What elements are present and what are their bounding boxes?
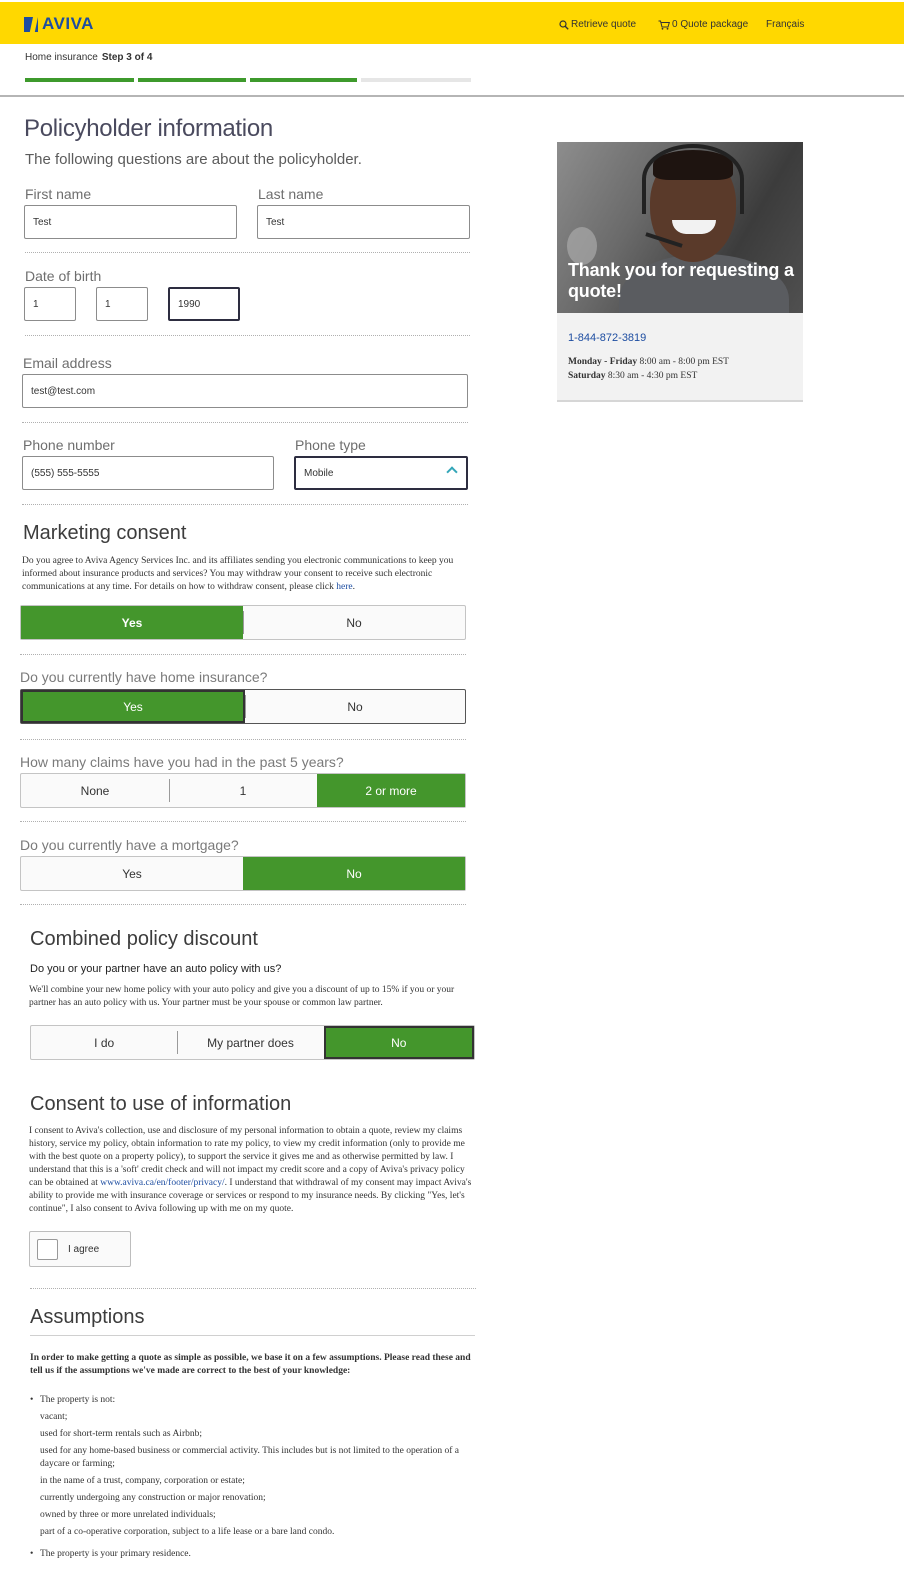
contact-card: Thank you for requesting a quote! 1-844-… xyxy=(557,142,803,402)
breadcrumb: Home insurance Step 3 of 4 xyxy=(25,52,152,63)
my-partner-does-button[interactable]: My partner does xyxy=(177,1026,323,1059)
top-header: AVIVA Retrieve quote 0 Quote package Fra… xyxy=(0,2,904,44)
retrieve-quote-link[interactable]: Retrieve quote xyxy=(559,19,636,30)
assumption-item: part of a co-operative corporation, subj… xyxy=(40,1527,335,1537)
assumption-primary-residence: The property is your primary residence. xyxy=(30,1549,475,1559)
combined-discount-heading: Combined policy discount xyxy=(30,928,258,950)
assumption-item: vacant; xyxy=(40,1412,68,1422)
first-name-label: First name xyxy=(25,186,92,202)
first-name-field[interactable]: Test xyxy=(24,205,237,239)
withdraw-consent-link[interactable]: here xyxy=(336,582,352,592)
progress-step-2 xyxy=(138,78,246,82)
phone-type-label: Phone type xyxy=(295,437,366,453)
page-title: Policyholder information xyxy=(24,115,273,142)
assumptions-underline xyxy=(30,1335,475,1336)
claims-none-button[interactable]: None xyxy=(21,774,169,807)
combined-no-button[interactable]: No xyxy=(323,1026,474,1059)
assumption-item: used for short-term rentals such as Airb… xyxy=(40,1429,202,1439)
i-agree-label: I agree xyxy=(68,1243,100,1255)
assumptions-list: The property is not: vacant; used for sh… xyxy=(30,1395,475,1565)
dob-year-field[interactable]: 1990 xyxy=(168,287,240,321)
cart-icon xyxy=(658,20,670,30)
quote-package-label: 0 Quote package xyxy=(672,19,749,30)
home-insurance-question: Do you currently have home insurance? xyxy=(20,669,268,685)
dob-day-field[interactable]: 1 xyxy=(24,287,76,321)
combined-discount-question: Do you or your partner have an auto poli… xyxy=(30,963,282,975)
claims-toggle: None 1 2 or more xyxy=(20,773,466,808)
page-subtitle: The following questions are about the po… xyxy=(25,151,362,168)
divider xyxy=(20,821,466,822)
marketing-no-button[interactable]: No xyxy=(243,606,465,639)
combined-discount-toggle: I do My partner does No xyxy=(30,1025,475,1060)
mortgage-toggle: Yes No xyxy=(20,856,466,891)
marketing-toggle: Yes No xyxy=(20,605,466,640)
dob-month-field[interactable]: 1 xyxy=(96,287,148,321)
header-divider xyxy=(0,95,904,97)
email-field[interactable]: test@test.com xyxy=(22,374,468,408)
product-label: Home insurance xyxy=(25,52,98,63)
quote-package-link[interactable]: 0 Quote package xyxy=(658,19,748,30)
agent-photo: Thank you for requesting a quote! xyxy=(557,142,803,313)
assumptions-intro: In order to make getting a quote as simp… xyxy=(30,1353,471,1376)
phone-field[interactable]: (555) 555-5555 xyxy=(22,456,274,490)
phone-label: Phone number xyxy=(23,437,115,453)
divider xyxy=(25,335,470,336)
i-do-button[interactable]: I do xyxy=(31,1026,177,1059)
progress-step-3 xyxy=(250,78,357,82)
marketing-yes-button[interactable]: Yes xyxy=(21,606,243,639)
mortgage-yes-button[interactable]: Yes xyxy=(21,857,243,890)
divider xyxy=(20,654,466,655)
aviva-logo[interactable]: AVIVA xyxy=(24,14,94,34)
assumption-item: used for any home-based business or comm… xyxy=(40,1446,459,1469)
consent-heading: Consent to use of information xyxy=(30,1093,292,1115)
assumption-item: currently undergoing any construction or… xyxy=(40,1493,266,1503)
claims-question: How many claims have you had in the past… xyxy=(20,754,344,770)
i-agree-checkbox[interactable]: I agree xyxy=(29,1231,131,1267)
privacy-policy-link[interactable]: www.aviva.ca/en/footer/privacy/ xyxy=(100,1178,224,1188)
step-indicator: Step 3 of 4 xyxy=(101,52,153,63)
divider xyxy=(30,1288,476,1289)
progress-step-1 xyxy=(25,78,134,82)
aviva-logo-mark-icon xyxy=(24,16,38,32)
retrieve-quote-label: Retrieve quote xyxy=(571,19,637,30)
saturday-hours: Saturday 8:30 am - 4:30 pm EST xyxy=(568,371,698,381)
home-insurance-toggle: Yes No xyxy=(20,689,466,724)
claims-one-button[interactable]: 1 xyxy=(169,774,317,807)
mortgage-question: Do you currently have a mortgage? xyxy=(20,837,239,853)
phone-type-select[interactable]: Mobile xyxy=(294,456,468,490)
thank-you-caption: Thank you for requesting a quote! xyxy=(568,260,794,301)
last-name-label: Last name xyxy=(258,186,324,202)
email-label: Email address xyxy=(23,355,112,371)
brand-name: AVIVA xyxy=(42,14,94,33)
consent-text: I consent to Aviva's collection, use and… xyxy=(29,1126,472,1214)
contact-phone-link[interactable]: 1-844-872-3819 xyxy=(568,332,646,344)
divider xyxy=(22,422,468,423)
chevron-up-icon xyxy=(446,466,458,478)
combined-discount-text: We'll combine your new home policy with … xyxy=(29,985,455,1008)
marketing-heading: Marketing consent xyxy=(23,522,187,544)
divider xyxy=(20,904,466,905)
assumption-item: in the name of a trust, company, corpora… xyxy=(40,1476,245,1486)
phone-type-value: Mobile xyxy=(304,467,334,479)
divider xyxy=(22,504,468,505)
claims-two-or-more-button[interactable]: 2 or more xyxy=(317,774,465,807)
assumption-property-not: The property is not: xyxy=(30,1395,475,1405)
headset-icon xyxy=(642,144,744,214)
dob-label: Date of birth xyxy=(25,268,102,284)
home-insurance-yes-button[interactable]: Yes xyxy=(21,690,245,723)
last-name-field[interactable]: Test xyxy=(257,205,470,239)
divider xyxy=(20,739,466,740)
divider xyxy=(25,252,470,253)
mortgage-no-button[interactable]: No xyxy=(243,857,465,890)
checkbox-box[interactable] xyxy=(37,1238,58,1260)
progress-step-4 xyxy=(361,78,471,82)
search-icon xyxy=(559,19,569,30)
assumption-item: owned by three or more unrelated individ… xyxy=(40,1510,216,1520)
assumptions-heading: Assumptions xyxy=(30,1306,145,1328)
home-insurance-no-button[interactable]: No xyxy=(245,690,465,723)
weekday-hours: Monday - Friday 8:00 am - 8:00 pm EST xyxy=(568,357,729,367)
marketing-text: Do you agree to Aviva Agency Services In… xyxy=(22,556,454,592)
language-toggle[interactable]: Français xyxy=(766,19,804,30)
